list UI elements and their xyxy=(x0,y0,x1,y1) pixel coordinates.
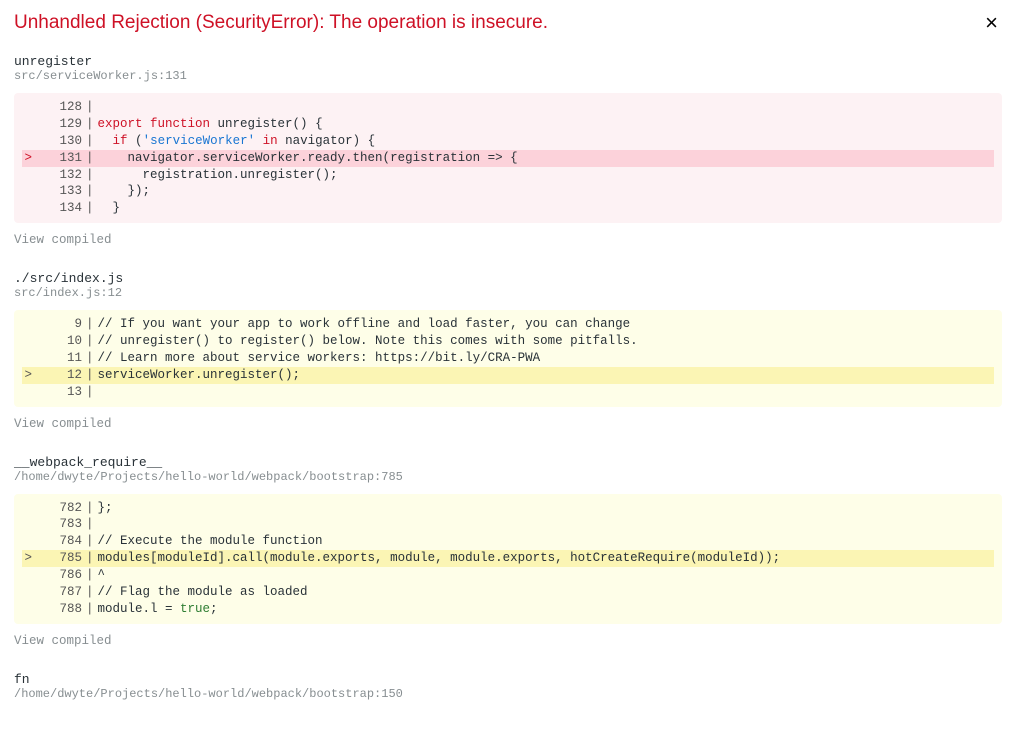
code-block: 128| 129|export function unregister() { … xyxy=(14,93,1002,223)
frame-function: __webpack_require__ xyxy=(14,455,1002,470)
stack-frame-0: unregister src/serviceWorker.js:131 128|… xyxy=(14,54,1002,247)
stack-frame-1: ./src/index.js src/index.js:12 9|// If y… xyxy=(14,271,1002,430)
stack-frame-2: __webpack_require__ /home/dwyte/Projects… xyxy=(14,455,1002,648)
view-compiled-link[interactable]: View compiled xyxy=(14,634,1002,648)
frame-function: fn xyxy=(14,672,1002,687)
code-block: 782|}; 783| 784|// Execute the module fu… xyxy=(14,494,1002,624)
frame-function: unregister xyxy=(14,54,1002,69)
code-block: 9|// If you want your app to work offlin… xyxy=(14,310,1002,406)
frame-function: ./src/index.js xyxy=(14,271,1002,286)
view-compiled-link[interactable]: View compiled xyxy=(14,417,1002,431)
stack-frame-3: fn /home/dwyte/Projects/hello-world/webp… xyxy=(14,672,1002,701)
frame-location: /home/dwyte/Projects/hello-world/webpack… xyxy=(14,687,1002,701)
close-icon[interactable]: × xyxy=(985,12,998,34)
view-compiled-link[interactable]: View compiled xyxy=(14,233,1002,247)
frame-location: src/index.js:12 xyxy=(14,286,1002,300)
error-title: Unhandled Rejection (SecurityError): The… xyxy=(14,12,1002,34)
frame-location: /home/dwyte/Projects/hello-world/webpack… xyxy=(14,470,1002,484)
frame-location: src/serviceWorker.js:131 xyxy=(14,69,1002,83)
